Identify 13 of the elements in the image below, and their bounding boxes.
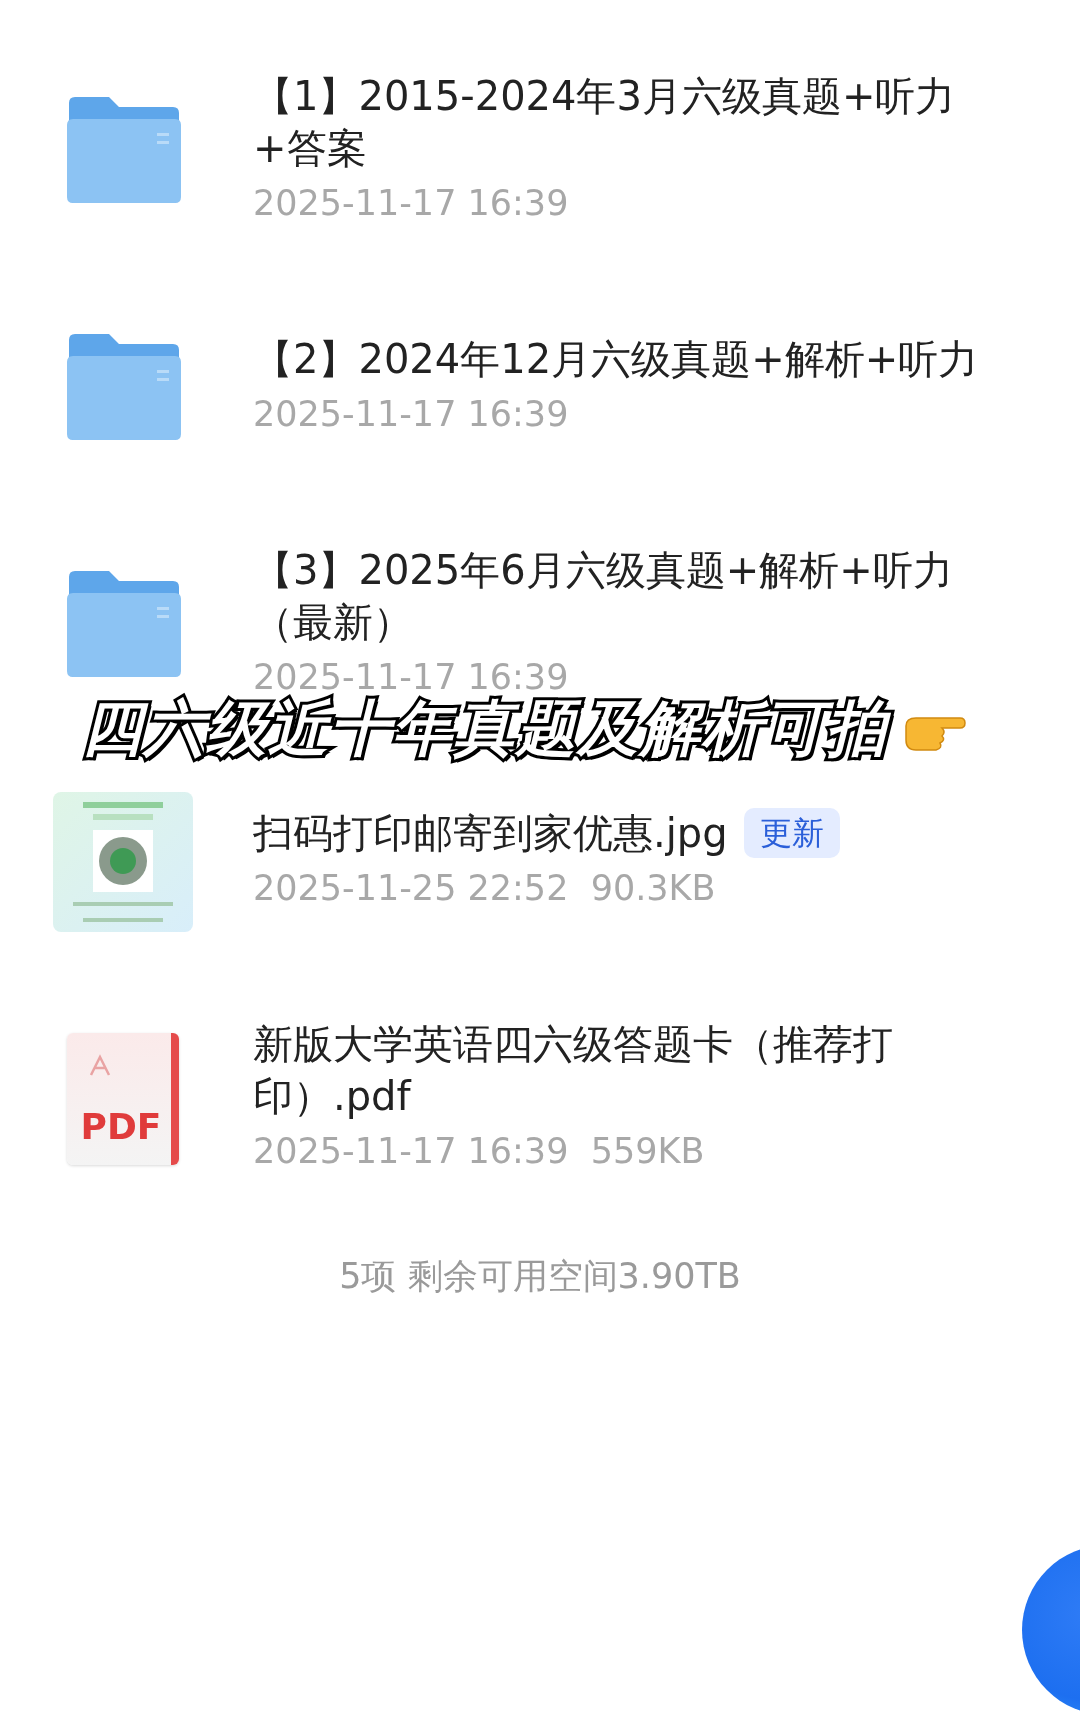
file-name[interactable]: 【2】2024年12月六级真题+解析+听力 [253, 332, 979, 385]
file-details: 2025-11-25 22:52 90.3KB [253, 866, 717, 910]
overlay-caption: 四六级近十年真题及解析可拍 [74, 692, 902, 771]
file-name[interactable]: 【1】2015-2024年3月六级真题+听力+答案 [253, 69, 1003, 174]
file-name[interactable]: 扫码打印邮寄到家优惠.jpg [253, 806, 728, 859]
file-name[interactable]: 新版大学英语四六级答题卡（推荐打印）.pdf [253, 1017, 1003, 1122]
pdf-file-icon: PDF [66, 1032, 179, 1165]
update-tag: 更新 [743, 807, 840, 858]
file-details: 2025-11-17 16:39 [253, 181, 570, 225]
file-name[interactable]: 【3】2025年6月六级真题+解析+听力（最新） [253, 543, 1003, 648]
file-details: 2025-11-17 16:39 [253, 392, 570, 436]
storage-summary: 5项 剩余可用空间3.90TB [339, 1256, 741, 1296]
file-details: 2025-11-17 16:39 559KB [253, 1129, 706, 1173]
